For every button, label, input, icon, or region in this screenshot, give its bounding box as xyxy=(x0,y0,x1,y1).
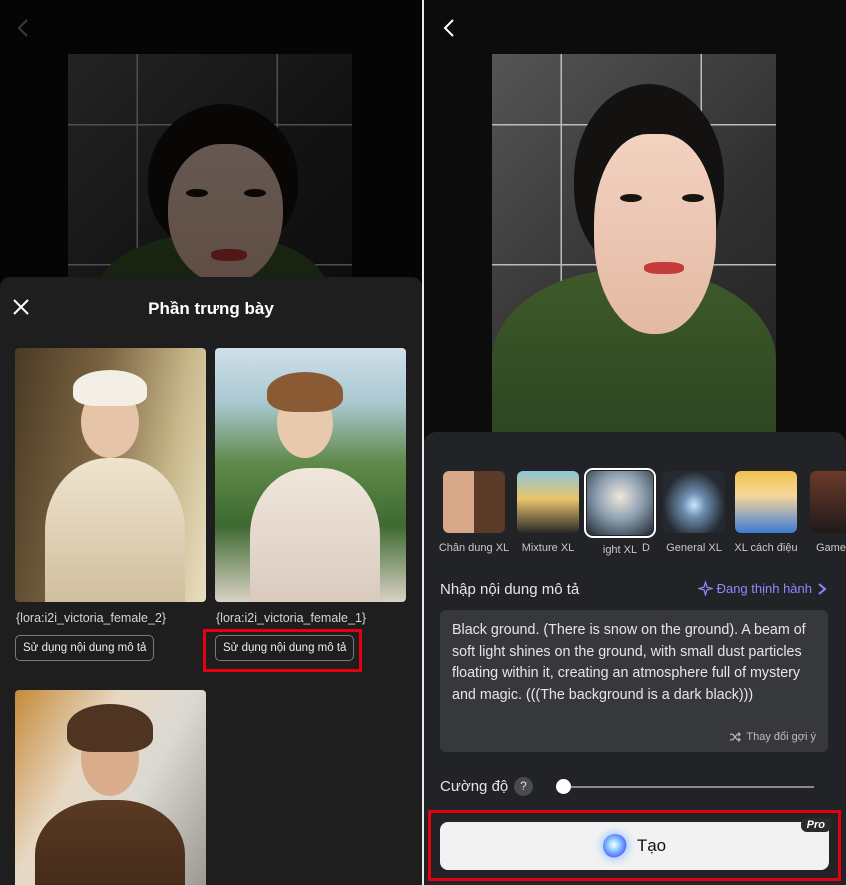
strength-label: Cường độ xyxy=(440,778,509,795)
style-label: Chân dung XL xyxy=(438,542,510,554)
showcase-sheet: Phần trưng bày {lora:i2i_victoria_female… xyxy=(0,277,422,885)
showcase-image[interactable] xyxy=(215,348,406,602)
strength-slider[interactable] xyxy=(562,786,814,788)
sparkle-icon xyxy=(697,581,713,596)
selfie-photo xyxy=(68,54,352,279)
back-arrow-icon[interactable] xyxy=(438,16,462,40)
comic-style-thumb-icon xyxy=(735,471,797,533)
gallery-screen: Phần trưng bày {lora:i2i_victoria_female… xyxy=(0,0,422,885)
style-label: Game xyxy=(816,542,846,554)
prompt-input[interactable]: Black ground. (There is snow on the grou… xyxy=(440,610,828,752)
style-item[interactable]: General XL xyxy=(658,471,730,554)
showcase-image[interactable] xyxy=(15,690,206,885)
style-label: D xyxy=(642,542,650,554)
game-style-thumb-icon xyxy=(810,471,846,533)
sheet-title: Phần trưng bày xyxy=(148,299,274,318)
highlight-box xyxy=(428,810,841,881)
shuffle-icon xyxy=(730,731,742,743)
lora-tag: {lora:i2i_victoria_female_1} xyxy=(216,611,367,625)
showcase-card[interactable] xyxy=(15,690,206,885)
create-sheet: Chân dung XL Mixture XL ight XL D Genera… xyxy=(424,432,846,885)
style-item[interactable]: Mixture XL xyxy=(512,471,584,554)
create-screen: Chân dung XL Mixture XL ight XL D Genera… xyxy=(424,0,846,885)
showcase-image[interactable] xyxy=(15,348,206,602)
chevron-right-icon xyxy=(818,582,827,595)
change-suggestion-button[interactable]: Thay đổi gợi ý xyxy=(729,731,816,743)
prompt-label: Nhập nội dung mô tả xyxy=(440,581,580,598)
general-style-thumb-icon xyxy=(663,471,725,533)
style-item[interactable]: XL cách điệu xyxy=(730,471,802,554)
use-prompt-button[interactable]: Sử dụng nội dung mô tả xyxy=(15,635,155,661)
style-item[interactable]: Game xyxy=(804,471,846,554)
style-label: Mixture XL xyxy=(521,542,575,554)
style-item[interactable]: Chân dung XL xyxy=(438,471,510,554)
selfie-photo xyxy=(492,54,776,434)
lora-tag: {lora:i2i_victoria_female_2} xyxy=(16,611,167,625)
portrait-style-thumb-icon xyxy=(443,471,505,533)
style-item[interactable]: D xyxy=(639,471,653,554)
trending-label: Đang thịnh hành xyxy=(716,581,812,596)
style-list: Chân dung XL Mixture XL ight XL D Genera… xyxy=(424,468,846,561)
back-arrow-icon[interactable] xyxy=(12,16,36,40)
slider-thumb[interactable] xyxy=(556,779,571,794)
showcase-card[interactable]: {lora:i2i_victoria_female_2} Sử dụng nội… xyxy=(15,348,206,661)
trending-link[interactable]: Đang thịnh hành xyxy=(697,581,828,596)
suggest-label: Thay đổi gợi ý xyxy=(746,731,816,743)
showcase-card[interactable]: {lora:i2i_victoria_female_1} Sử dụng nội… xyxy=(215,348,406,661)
style-label: General XL xyxy=(666,542,722,554)
mixture-style-thumb-icon xyxy=(517,471,579,533)
prompt-text[interactable]: Black ground. (There is snow on the grou… xyxy=(452,620,816,724)
style-label: XL cách điệu xyxy=(734,542,798,554)
highlight-box xyxy=(203,629,362,672)
help-icon[interactable]: ? xyxy=(514,777,533,796)
